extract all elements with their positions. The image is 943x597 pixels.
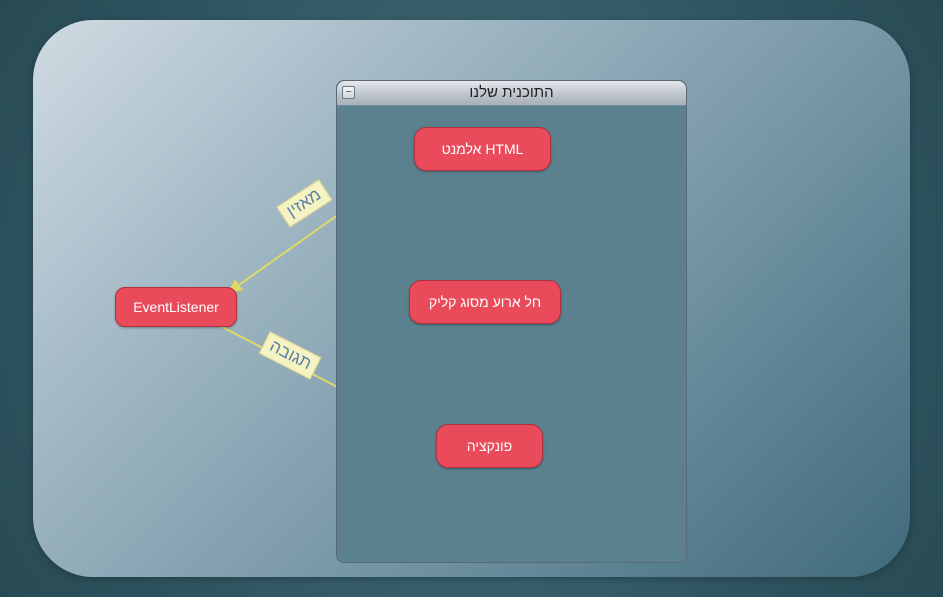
node-label: EventListener bbox=[133, 299, 219, 315]
node-label: פונקציה bbox=[467, 438, 512, 454]
rounded-panel: מאזין קליק פעולה תגובה − התוכנית שלנו HT… bbox=[33, 20, 910, 577]
node-html-element[interactable]: HTML אלמנט bbox=[414, 127, 551, 171]
window-title: התוכנית שלנו bbox=[469, 84, 553, 101]
window-titlebar[interactable]: − התוכנית שלנו bbox=[337, 81, 686, 106]
collapse-button[interactable]: − bbox=[342, 86, 355, 99]
background: מאזין קליק פעולה תגובה − התוכנית שלנו HT… bbox=[0, 0, 943, 597]
node-function[interactable]: פונקציה bbox=[436, 424, 543, 468]
node-label: חל ארוע מסוג קליק bbox=[429, 294, 541, 310]
edge-label-listener-function: תגובה bbox=[258, 331, 321, 380]
window-body bbox=[337, 105, 686, 562]
node-click-event[interactable]: חל ארוע מסוג קליק bbox=[409, 280, 561, 324]
node-event-listener[interactable]: EventListener bbox=[115, 287, 237, 327]
edge-label-listener-html: מאזין bbox=[276, 179, 332, 228]
node-label: HTML אלמנט bbox=[442, 141, 524, 157]
